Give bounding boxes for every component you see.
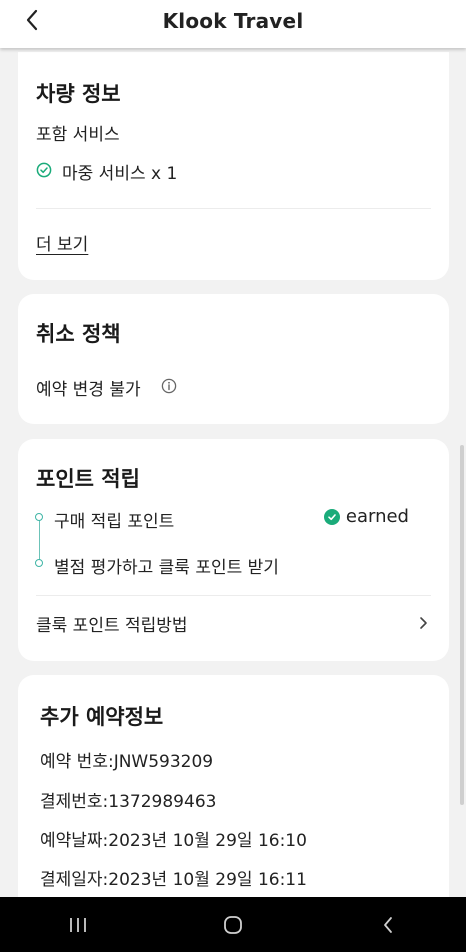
cancel-policy-card: 취소 정책 예약 변경 불가 xyxy=(18,294,449,424)
payment-date: 결제일자:2023년 10월 29일 16:11 xyxy=(40,870,307,890)
back-button[interactable] xyxy=(18,6,46,34)
review-points-label: 별점 평가하고 클룩 포인트 받기 xyxy=(54,558,279,578)
screen: Klook Travel 차량 정보 포함 서비스 마중 서비스 x 1 더 보… xyxy=(0,0,466,952)
how-to-earn-link[interactable]: 클룩 포인트 적립방법 xyxy=(36,611,188,636)
scrollbar[interactable] xyxy=(460,445,464,805)
chevron-right-icon[interactable] xyxy=(417,613,431,633)
earned-label: earned xyxy=(345,506,409,527)
purchase-points-label: 구매 적립 포인트 xyxy=(54,512,175,532)
info-icon[interactable] xyxy=(161,378,177,394)
divider xyxy=(36,208,431,209)
recent-apps-icon xyxy=(69,917,86,932)
recent-apps-button[interactable] xyxy=(48,905,108,945)
app-header: Klook Travel xyxy=(0,0,466,48)
vehicle-info-card: 차량 정보 포함 서비스 마중 서비스 x 1 더 보기 xyxy=(18,52,449,280)
divider xyxy=(36,595,431,596)
home-icon xyxy=(224,915,242,934)
timeline-dot xyxy=(35,513,43,521)
extra-booking-info-card: 추가 예약정보 예약 번호:JNW593209 결제번호:1372989463 … xyxy=(18,675,449,915)
system-nav-bar xyxy=(0,897,466,952)
points-card: 포인트 적립 구매 적립 포인트 earned 별점 평가하고 클룩 포인트 받… xyxy=(18,439,449,661)
timeline-dot xyxy=(35,559,43,567)
service-item: 마중 서비스 x 1 xyxy=(62,164,178,184)
chevron-left-icon xyxy=(26,9,38,31)
back-arrow-icon xyxy=(384,916,393,933)
booking-number: 예약 번호:JNW593209 xyxy=(40,752,214,772)
points-title: 포인트 적립 xyxy=(36,467,140,491)
earned-status: earned xyxy=(323,506,409,527)
page-title: Klook Travel xyxy=(162,9,304,33)
cancel-policy-title: 취소 정책 xyxy=(36,322,121,346)
timeline-line xyxy=(39,519,40,563)
system-back-button[interactable] xyxy=(358,905,418,945)
home-button[interactable] xyxy=(203,905,263,945)
vehicle-info-title: 차량 정보 xyxy=(36,82,121,106)
booking-date: 예약날짜:2023년 10월 29일 16:10 xyxy=(40,831,307,851)
included-services-label: 포함 서비스 xyxy=(36,125,120,145)
extra-info-title: 추가 예약정보 xyxy=(40,705,164,729)
check-circle-icon xyxy=(36,162,52,178)
policy-text: 예약 변경 불가 xyxy=(36,380,141,400)
payment-number: 결제번호:1372989463 xyxy=(40,792,217,812)
check-filled-icon xyxy=(323,508,340,525)
see-more-link[interactable]: 더 보기 xyxy=(36,230,88,255)
